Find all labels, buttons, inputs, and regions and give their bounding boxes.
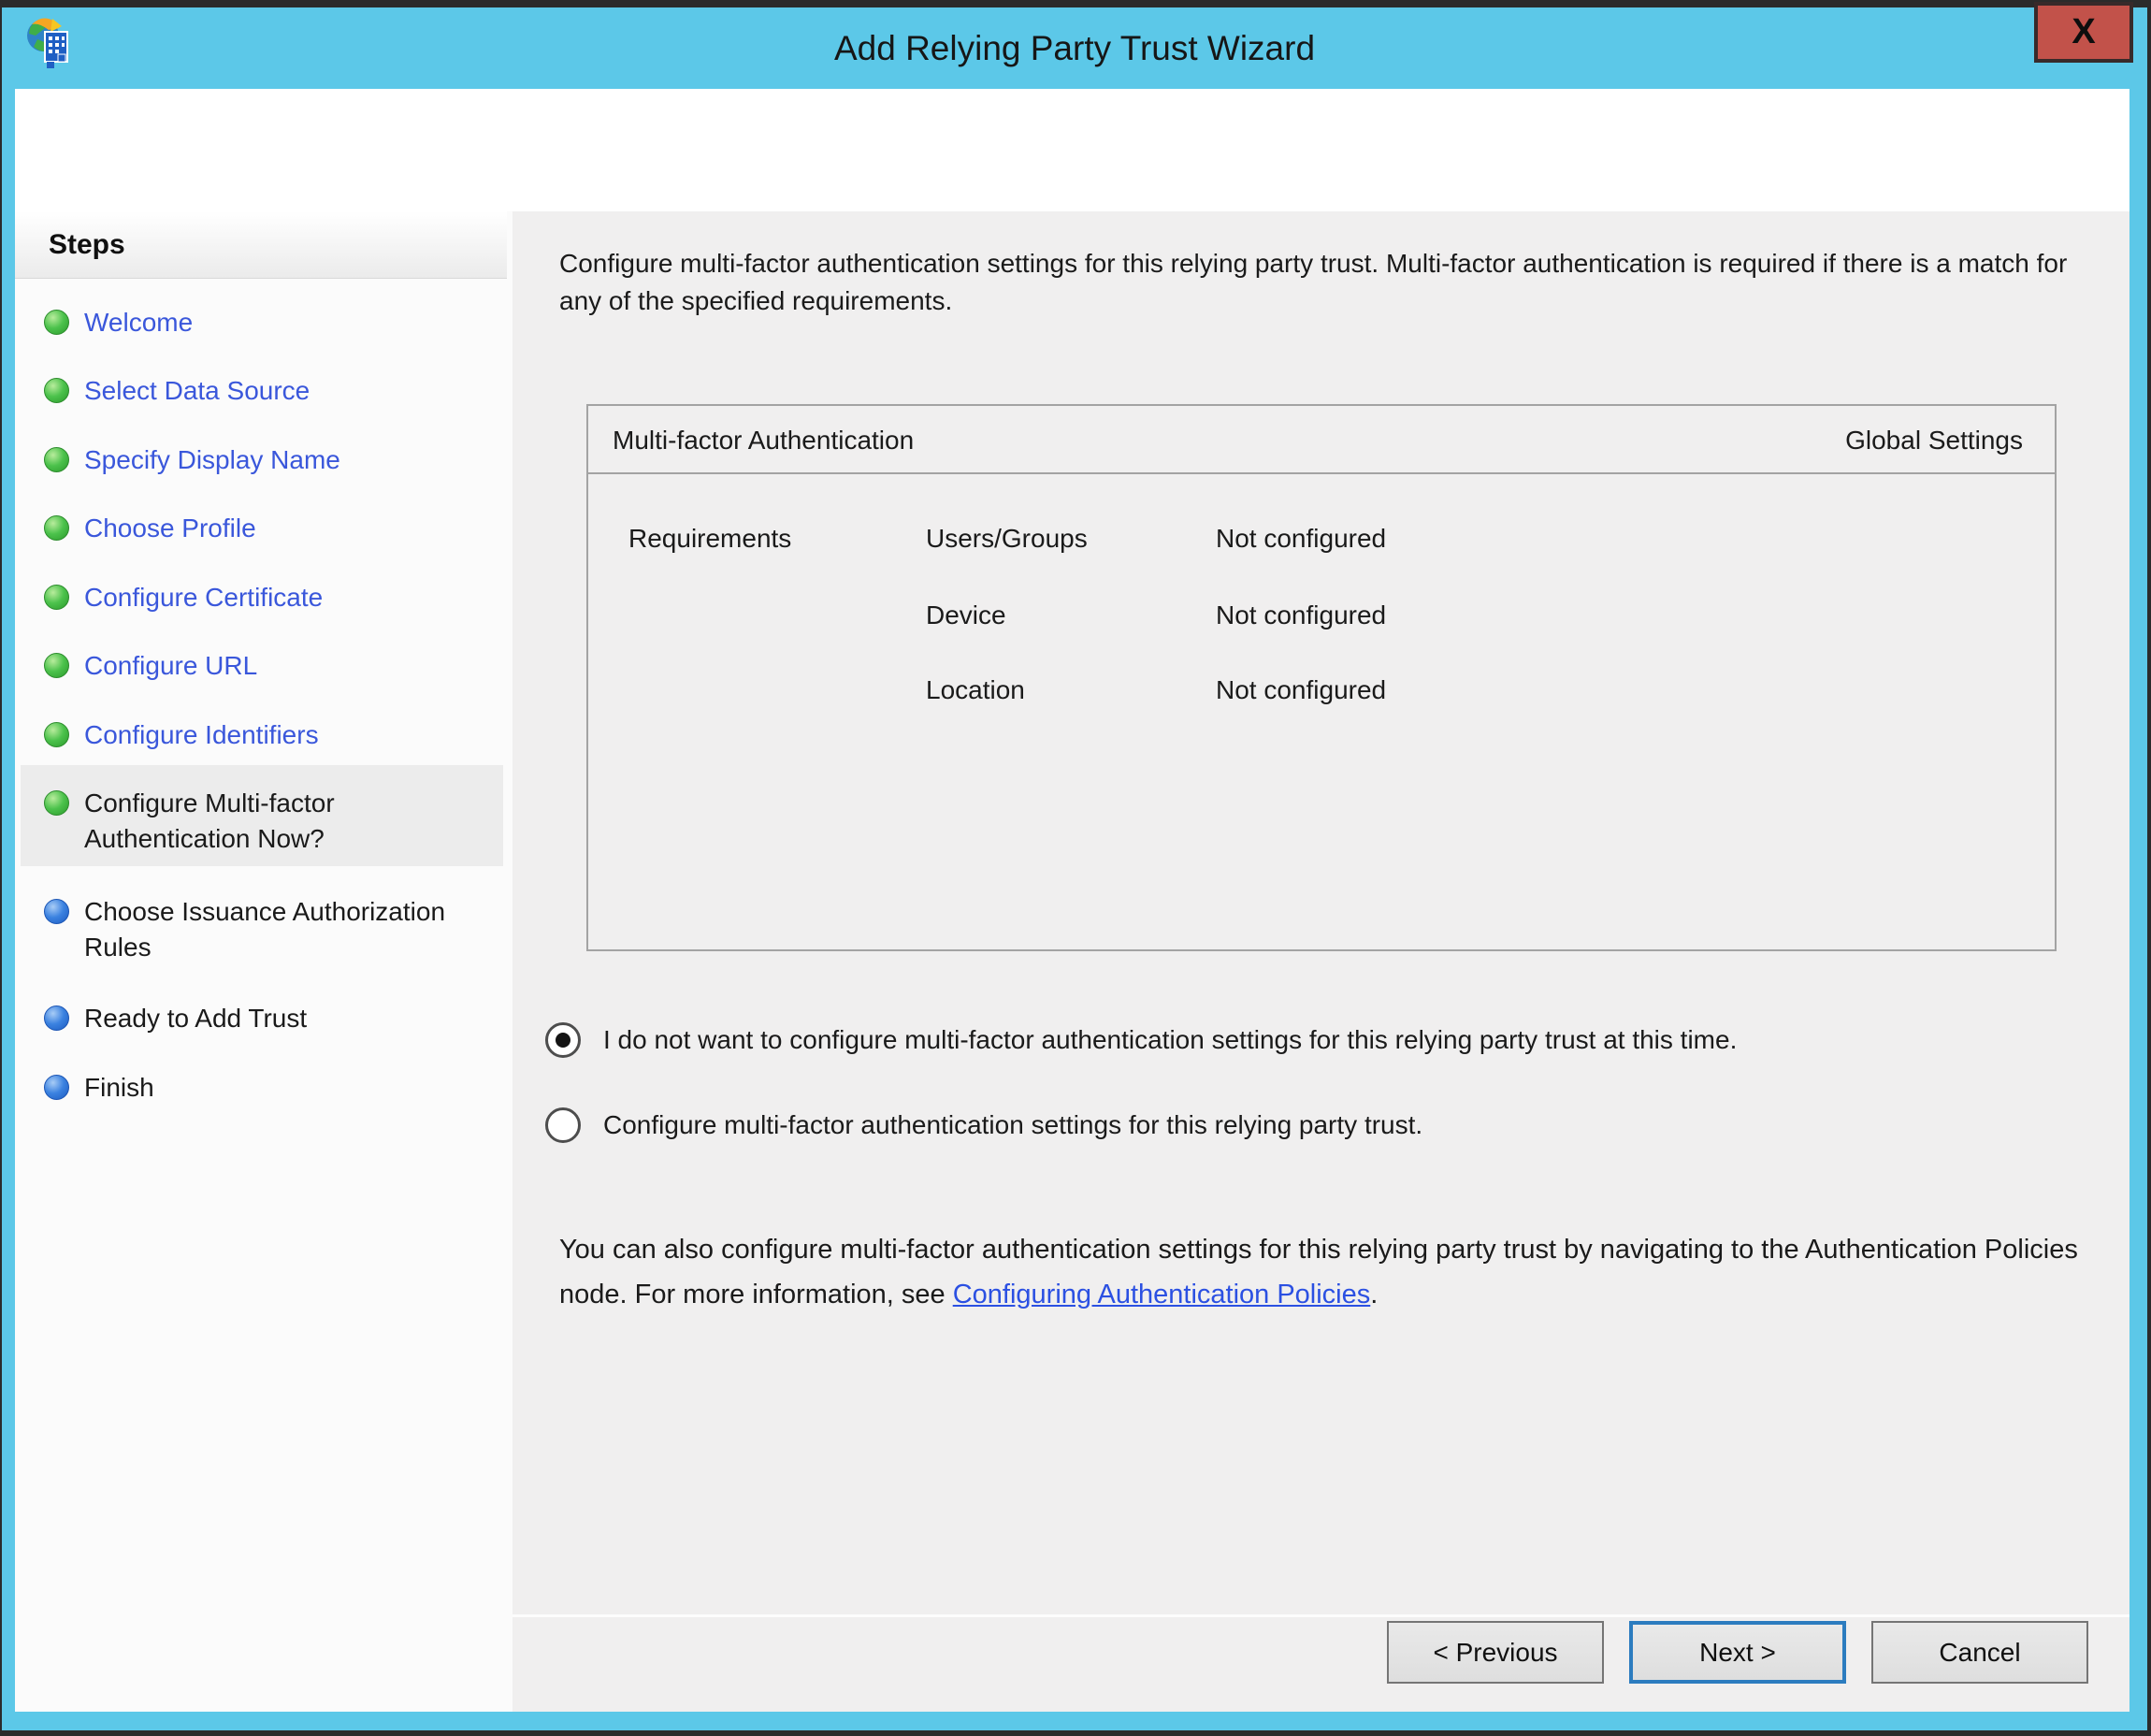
mfa-row-name: Device [926,600,1006,630]
step-item-finish: Finish [15,1070,518,1106]
footer-note-period: . [1370,1280,1378,1309]
mfa-row-value: Not configured [1216,524,1386,554]
step-label[interactable]: Select Data Source [84,373,310,409]
footer-note: You can also configure multi-factor auth… [559,1227,2098,1317]
mfa-row-name: Users/Groups [926,524,1088,554]
steps-heading: Steps [49,211,125,279]
step-item-specify-display-name[interactable]: Specify Display Name [15,442,518,478]
step-item-ready-to-add-trust: Ready to Add Trust [15,1001,518,1036]
mfa-row-value: Not configured [1216,675,1386,705]
completed-step-dot-icon [44,722,69,747]
step-label[interactable]: Choose Profile [84,511,256,546]
completed-step-dot-icon [44,653,69,678]
completed-step-dot-icon [44,378,69,403]
next-button[interactable]: Next > [1629,1621,1846,1684]
mfa-radio-option-1[interactable]: I do not want to configure multi-factor … [545,1020,1737,1061]
mfa-row-users-groups: Users/Groups Not configured [588,524,2055,559]
main-panel: Configure multi-factor authentication se… [512,211,2129,1712]
wizard-client-area: Steps Welcome Select Data Source Specify D… [15,89,2129,1712]
completed-step-dot-icon [44,447,69,472]
step-label[interactable]: Configure Certificate [84,580,323,615]
cancel-button[interactable]: Cancel [1871,1621,2088,1684]
completed-step-dot-icon [44,310,69,335]
mfa-row-value: Not configured [1216,600,1386,630]
step-item-choose-issuance-authorization-rules: Choose Issuance Authorization Rules [15,894,518,965]
step-label: Choose Issuance Authorization Rules [84,894,505,965]
mfa-table-body: Requirements Users/GroupsNot configuredD… [588,476,2055,949]
step-label: Finish [84,1070,154,1106]
step-label[interactable]: Welcome [84,305,193,340]
step-item-welcome[interactable]: Welcome [15,305,518,340]
pending-step-dot-icon [44,1005,69,1031]
step-label[interactable]: Configure URL [84,648,257,684]
radio-label[interactable]: Configure multi-factor authentication se… [603,1110,1422,1140]
radio-unselected-icon[interactable] [545,1107,581,1143]
previous-button[interactable]: < Previous [1387,1621,1604,1684]
step-item-configure-multi-factor-authentication-now: Configure Multi-factor Authentication No… [15,786,518,857]
step-label: Configure Multi-factor Authentication No… [84,786,505,857]
step-item-configure-identifiers[interactable]: Configure Identifiers [15,717,518,753]
mfa-table-title: Multi-factor Authentication [613,406,914,474]
mfa-row-location: Location Not configured [588,675,2055,711]
mfa-table-header: Multi-factor Authentication Global Setti… [588,406,2055,474]
radio-label[interactable]: I do not want to configure multi-factor … [603,1025,1737,1055]
pending-step-dot-icon [44,899,69,924]
steps-sidebar: Steps Welcome Select Data Source Specify D… [15,211,518,1712]
configuring-auth-policies-link[interactable]: Configuring Authentication Policies [953,1280,1371,1309]
mfa-radio-option-2[interactable]: Configure multi-factor authentication se… [545,1105,1422,1146]
pending-step-dot-icon [44,1075,69,1100]
screen: Add Relying Party Trust Wizard X Steps W… [0,0,2151,1736]
step-item-choose-profile[interactable]: Choose Profile [15,511,518,546]
title-bar[interactable]: Add Relying Party Trust Wizard X [2,7,2147,89]
global-settings-label: Global Settings [1845,406,2023,474]
intro-text: Configure multi-factor authentication se… [559,245,2108,320]
wizard-window: Add Relying Party Trust Wizard X Steps W… [2,7,2147,1730]
completed-step-dot-icon [44,585,69,610]
step-item-select-data-source[interactable]: Select Data Source [15,373,518,409]
mfa-row-device: Device Not configured [588,600,2055,636]
step-item-configure-url[interactable]: Configure URL [15,648,518,684]
step-label: Ready to Add Trust [84,1001,307,1036]
window-title: Add Relying Party Trust Wizard [2,7,2147,89]
radio-selected-icon[interactable] [545,1022,581,1058]
mfa-row-name: Location [926,675,1025,705]
steps-header: Steps [15,211,507,279]
step-label[interactable]: Configure Identifiers [84,717,319,753]
completed-step-dot-icon [44,515,69,541]
step-item-configure-certificate[interactable]: Configure Certificate [15,580,518,615]
step-label[interactable]: Specify Display Name [84,442,340,478]
mfa-settings-table: Multi-factor Authentication Global Setti… [586,404,2057,951]
completed-step-dot-icon [44,790,69,816]
button-bar-separator [512,1614,2129,1617]
close-button[interactable]: X [2034,2,2133,63]
